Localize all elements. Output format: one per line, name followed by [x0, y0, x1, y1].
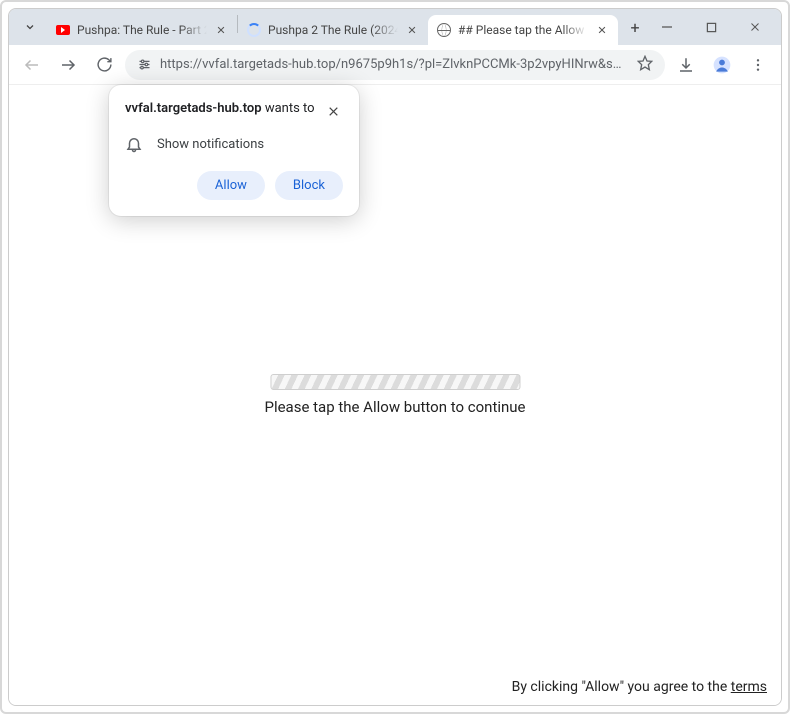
- chevron-down-icon: [24, 21, 36, 33]
- allow-button[interactable]: Allow: [197, 171, 265, 200]
- downloads-button[interactable]: [671, 50, 701, 80]
- maximize-button[interactable]: [689, 12, 733, 42]
- reload-icon: [96, 56, 113, 73]
- star-icon: [637, 55, 653, 71]
- kebab-menu-icon: [750, 57, 766, 73]
- bookmark-button[interactable]: [637, 55, 653, 75]
- loading-spinner-icon: [246, 22, 262, 38]
- permission-body-text: Show notifications: [157, 137, 264, 152]
- tab-title: Pushpa 2 The Rule (2024).mkv: [268, 23, 398, 37]
- minimize-icon: [661, 21, 673, 33]
- permission-wants-to: wants to: [265, 101, 315, 116]
- permission-site: vvfal.targetads-hub.top: [125, 101, 262, 116]
- terms-link[interactable]: terms: [731, 679, 767, 695]
- close-icon: [327, 105, 340, 118]
- close-icon[interactable]: [213, 22, 229, 38]
- permission-close-button[interactable]: [323, 101, 343, 121]
- tab-3-active[interactable]: ## Please tap the Allow button: [428, 15, 618, 45]
- site-settings-icon[interactable]: [137, 57, 152, 72]
- footer-prefix: By clicking "Allow" you agree to the: [512, 679, 731, 695]
- footer-text: By clicking "Allow" you agree to the ter…: [512, 679, 767, 695]
- reload-button[interactable]: [89, 50, 119, 80]
- bell-icon: [125, 135, 143, 153]
- permission-title: vvfal.targetads-hub.top wants to: [125, 101, 315, 116]
- close-icon[interactable]: [594, 22, 610, 38]
- tab-search-button[interactable]: [17, 14, 43, 40]
- block-button[interactable]: Block: [275, 171, 343, 200]
- menu-button[interactable]: [743, 50, 773, 80]
- fake-progress-bar: [270, 374, 520, 390]
- maximize-icon: [706, 22, 717, 33]
- tab-title: Pushpa: The Rule - Part 2 (2024: [77, 23, 207, 37]
- arrow-left-icon: [23, 56, 41, 74]
- profile-button[interactable]: [707, 50, 737, 80]
- center-message: Please tap the Allow button to continue: [264, 374, 525, 416]
- tab-strip: Pushpa: The Rule - Part 2 (2024 Pushpa 2…: [9, 9, 781, 45]
- forward-button[interactable]: [53, 50, 83, 80]
- youtube-icon: [55, 22, 71, 38]
- prompt-text: Please tap the Allow button to continue: [264, 398, 525, 416]
- close-icon: [749, 21, 761, 33]
- url-text: https://vvfal.targetads-hub.top/n9675p9h…: [160, 57, 629, 72]
- download-icon: [677, 56, 695, 74]
- address-bar[interactable]: https://vvfal.targetads-hub.top/n9675p9h…: [125, 50, 665, 80]
- globe-icon: [436, 22, 452, 38]
- arrow-right-icon: [59, 56, 77, 74]
- tab-2[interactable]: Pushpa 2 The Rule (2024).mkv: [238, 15, 428, 45]
- toolbar: https://vvfal.targetads-hub.top/n9675p9h…: [9, 45, 781, 85]
- notification-permission-popup: vvfal.targetads-hub.top wants to Show no…: [109, 85, 359, 216]
- tab-title: ## Please tap the Allow button: [458, 23, 588, 37]
- close-window-button[interactable]: [733, 12, 777, 42]
- tab-1[interactable]: Pushpa: The Rule - Part 2 (2024: [47, 15, 237, 45]
- minimize-button[interactable]: [645, 12, 689, 42]
- close-icon[interactable]: [404, 22, 420, 38]
- profile-icon: [712, 55, 732, 75]
- back-button[interactable]: [17, 50, 47, 80]
